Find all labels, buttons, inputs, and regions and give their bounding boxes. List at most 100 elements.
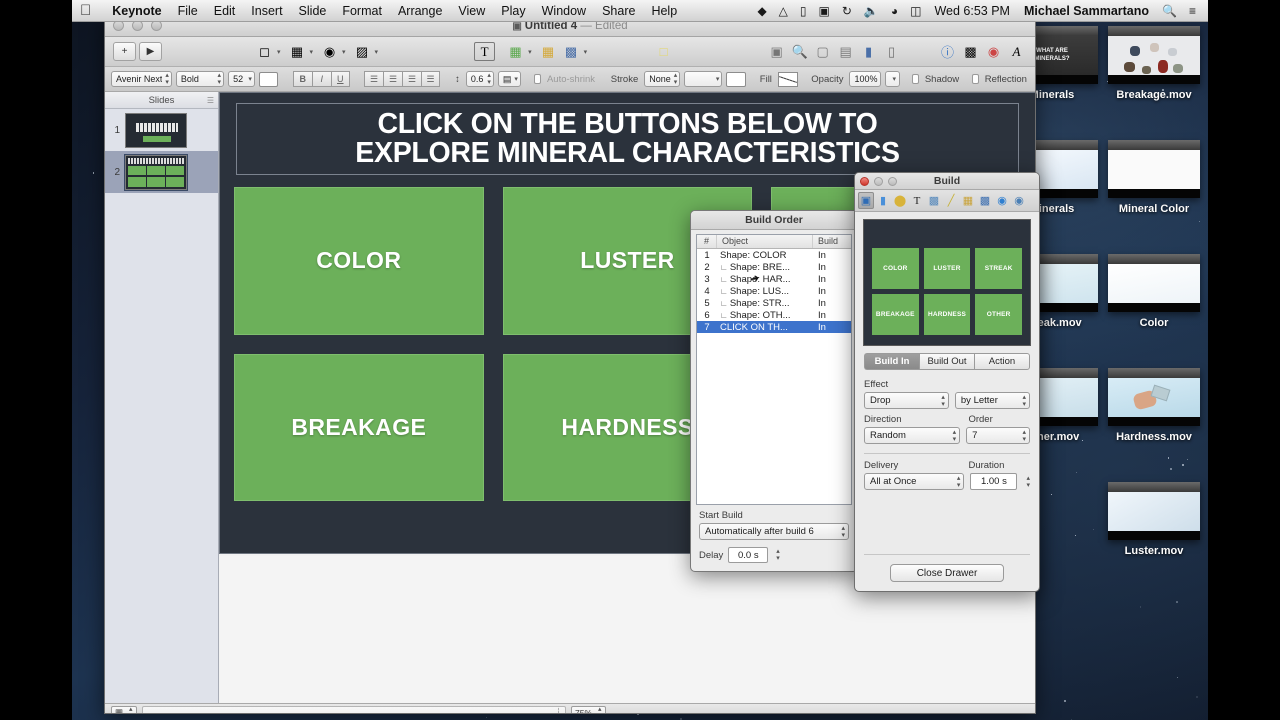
- line-spacing-field[interactable]: 0.6 ▴ ▾: [465, 71, 494, 87]
- link-inspector-icon[interactable]: ◉: [994, 192, 1010, 209]
- desktop-icon-breakage[interactable]: Breakage.mov: [1104, 26, 1204, 101]
- chevron-down-icon[interactable]: ▾: [245, 76, 252, 83]
- stroke-width-select[interactable]: ▾: [684, 71, 723, 87]
- delivery-select[interactable]: All at Once ▴ ▾: [864, 473, 965, 490]
- desktop-icon-color[interactable]: Color: [1104, 254, 1204, 329]
- stroke-color-swatch[interactable]: [726, 71, 747, 87]
- group-icon[interactable]: ▤: [835, 42, 856, 61]
- desktop-icon-hardness[interactable]: Hardness.mov: [1104, 368, 1204, 443]
- slide-thumbnail[interactable]: [124, 153, 188, 191]
- chevron-updown-icon[interactable]: ▴▾: [595, 706, 602, 714]
- masks-icon[interactable]: ◻: [254, 42, 275, 61]
- table-icon[interactable]: ▦: [287, 42, 308, 61]
- graph-caret-icon[interactable]: ▾: [584, 48, 588, 56]
- build-inspector-icon[interactable]: ⬤: [892, 192, 908, 209]
- shape-color[interactable]: COLOR: [234, 187, 484, 335]
- shadow-checkbox[interactable]: [911, 74, 919, 84]
- front-icon[interactable]: ▮: [858, 42, 879, 61]
- text-inspector-icon[interactable]: T: [909, 192, 925, 209]
- stroke-select[interactable]: None ▴ ▾: [644, 71, 681, 87]
- menu-format[interactable]: Format: [334, 0, 390, 22]
- bold-button[interactable]: B: [292, 71, 312, 87]
- align-right-icon[interactable]: ☰: [402, 71, 422, 87]
- volume-icon[interactable]: 🔈: [858, 0, 885, 22]
- align-center-icon[interactable]: ☰: [383, 71, 403, 87]
- build-order-titlebar[interactable]: Build Order: [691, 211, 857, 230]
- chevron-updown-icon[interactable]: ▴▾: [838, 525, 845, 539]
- menu-arrange[interactable]: Arrange: [390, 0, 450, 22]
- start-build-select[interactable]: Automatically after build 6 ▴ ▾: [699, 523, 849, 540]
- font-style-select[interactable]: Bold ▴ ▾: [175, 71, 225, 87]
- chevron-updown-icon[interactable]: ▴▾: [162, 72, 169, 86]
- status-resize-grip-icon[interactable]: ┆: [556, 708, 561, 713]
- menu-slide[interactable]: Slide: [291, 0, 335, 22]
- chevron-down-icon[interactable]: ▾: [713, 76, 720, 83]
- sync-icon[interactable]: ↻: [836, 0, 858, 22]
- timemachine-icon[interactable]: ▣: [813, 0, 836, 22]
- close-drawer-button[interactable]: Close Drawer: [890, 564, 1004, 582]
- opacity-field[interactable]: 100%: [849, 71, 881, 87]
- tab-action[interactable]: Action: [974, 353, 1030, 370]
- desktop-icon-mineral-color[interactable]: Mineral Color: [1104, 140, 1204, 215]
- delay-stepper-icon[interactable]: ▴ ▾: [773, 548, 780, 562]
- zoom-control[interactable]: 75% ▴▾: [571, 705, 606, 714]
- chevron-updown-icon[interactable]: ▴▾: [215, 72, 222, 86]
- menu-share[interactable]: Share: [594, 0, 643, 22]
- media-browser-icon[interactable]: ▩: [960, 42, 981, 61]
- delay-field[interactable]: 0.0 s: [728, 547, 769, 563]
- slide-thumbnail[interactable]: [125, 112, 187, 148]
- reflection-checkbox[interactable]: [971, 74, 979, 84]
- inspector-titlebar[interactable]: Build: [855, 173, 1039, 190]
- build-order-row[interactable]: 1 Shape: COLOR In: [697, 249, 851, 261]
- text-color-swatch[interactable]: [258, 71, 279, 87]
- play-button[interactable]: ▶: [139, 42, 162, 61]
- shapes-icon[interactable]: ◉: [319, 42, 340, 61]
- table-inspector-icon[interactable]: ▦: [960, 192, 976, 209]
- zoom-icon[interactable]: 🔍: [789, 42, 810, 61]
- menu-view[interactable]: View: [450, 0, 493, 22]
- textbox-icon[interactable]: T: [474, 42, 496, 61]
- direction-select[interactable]: Random ▴ ▾: [864, 427, 961, 444]
- inspector-icon[interactable]: ⓘ: [937, 42, 958, 61]
- menu-window[interactable]: Window: [534, 0, 594, 22]
- chart-icon[interactable]: ▦: [505, 42, 526, 61]
- opacity-stepper[interactable]: ▾: [884, 71, 901, 87]
- apple-logo-icon[interactable]: : [80, 3, 91, 18]
- build-order-list[interactable]: # Object Build 1 Shape: COLOR In 2 ∟ Shap…: [696, 234, 852, 505]
- shape-breakage[interactable]: BREAKAGE: [234, 353, 484, 501]
- tab-build-out[interactable]: Build Out: [919, 353, 974, 370]
- effect-unit-select[interactable]: by Letter ▴ ▾: [954, 392, 1030, 409]
- chevron-updown-icon[interactable]: ▴▾: [1019, 429, 1026, 443]
- build-order-row-selected[interactable]: 7 CLICK ON TH... In: [697, 321, 851, 333]
- chevron-down-icon[interactable]: ▾: [890, 76, 897, 83]
- search-icon[interactable]: 🔍: [1156, 0, 1183, 22]
- order-select[interactable]: 7 ▴ ▾: [966, 427, 1030, 444]
- menu-file[interactable]: File: [170, 0, 206, 22]
- underline-button[interactable]: U: [330, 71, 350, 87]
- build-order-row[interactable]: 4 ∟ Shape: LUS... In: [697, 285, 851, 297]
- chart-inspector-icon[interactable]: ▩: [977, 192, 993, 209]
- chevron-updown-icon[interactable]: ▴▾: [938, 394, 945, 408]
- menu-play[interactable]: Play: [493, 0, 533, 22]
- present-icon[interactable]: ▢: [812, 42, 833, 61]
- document-inspector-icon[interactable]: ▣: [858, 192, 874, 209]
- menu-insert[interactable]: Insert: [243, 0, 290, 22]
- columns-select[interactable]: ▤ ▾: [497, 71, 521, 87]
- menu-edit[interactable]: Edit: [206, 0, 244, 22]
- chevron-updown-icon[interactable]: ▴▾: [950, 429, 957, 443]
- wifi-icon[interactable]: ◕: [885, 0, 904, 22]
- dropbox-icon[interactable]: ◆: [751, 0, 772, 22]
- slide-list-item-1[interactable]: 1: [105, 109, 218, 151]
- shapes-caret-icon[interactable]: ▾: [342, 48, 346, 56]
- graphic-inspector-icon[interactable]: ▩: [926, 192, 942, 209]
- desktop-icon-luster[interactable]: Luster.mov: [1104, 482, 1204, 557]
- view-mode-button[interactable]: ▦ ▴▾: [111, 705, 137, 714]
- chevron-updown-icon[interactable]: ▴▾: [671, 72, 678, 86]
- navigator-resize-grip-icon[interactable]: ☰: [207, 96, 214, 105]
- italic-button[interactable]: I: [311, 71, 331, 87]
- chevron-updown-icon[interactable]: ▴▾: [126, 706, 133, 714]
- align-left-icon[interactable]: ☰: [364, 71, 384, 87]
- menubar-clock[interactable]: Wed 6:53 PM: [927, 4, 1017, 18]
- new-slide-button[interactable]: +: [113, 42, 136, 61]
- media-icon[interactable]: ▨: [352, 42, 373, 61]
